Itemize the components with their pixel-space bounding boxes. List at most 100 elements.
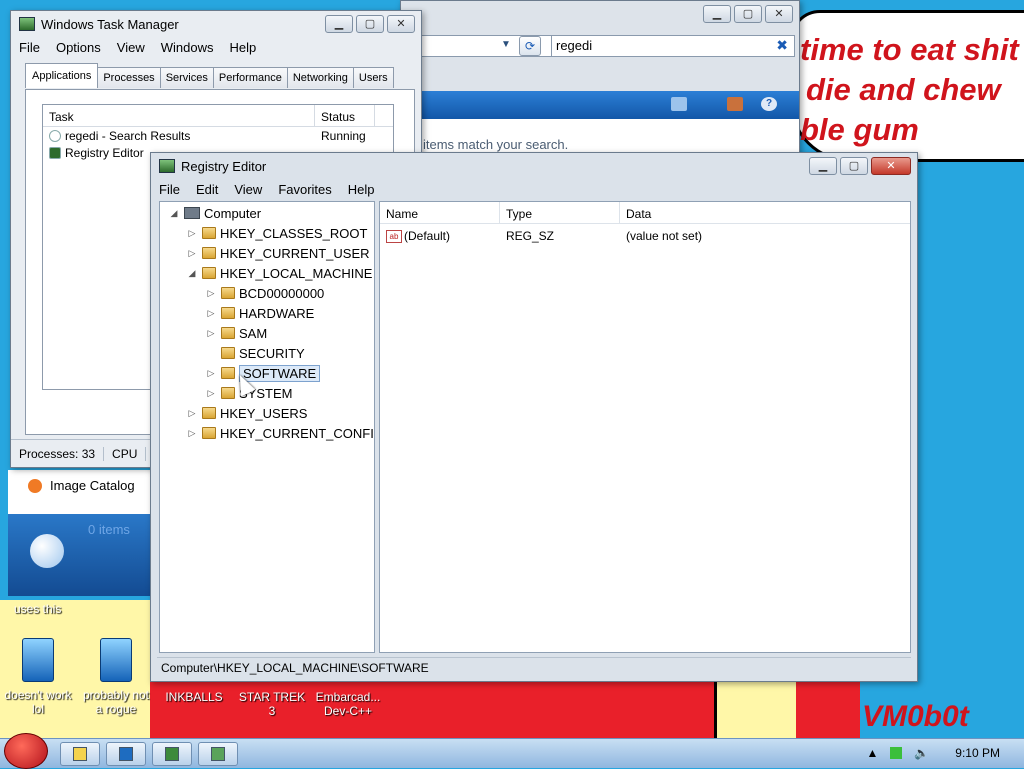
menu-help[interactable]: Help: [340, 182, 383, 197]
menu-file[interactable]: File: [11, 40, 48, 55]
desktop-icon-label: Embarcad... Dev-C++: [315, 690, 381, 718]
tree-node-bcd[interactable]: ▷ BCD00000000: [205, 284, 325, 302]
tree-label: BCD00000000: [239, 285, 325, 301]
expand-arrow-icon[interactable]: ▷: [205, 388, 217, 399]
window-controls: ▁ ▢ ✕: [703, 5, 793, 23]
maximize-icon[interactable]: ▢: [356, 15, 384, 33]
tree-node-hku[interactable]: ▷ HKEY_USERS: [186, 404, 308, 422]
close-icon[interactable]: ✕: [765, 5, 793, 23]
help-icon[interactable]: ?: [761, 97, 777, 111]
expand-arrow-icon[interactable]: ▷: [205, 328, 217, 339]
column-data[interactable]: Data: [620, 202, 910, 223]
clock[interactable]: 9:10 PM: [955, 746, 1000, 760]
registry-main-area: ◢ Computer ▷ HKEY_CLASSES_ROOT ▷ HKEY_CU…: [157, 201, 911, 655]
expanded-arrow-icon[interactable]: ◢: [186, 268, 198, 279]
registry-editor-titlebar[interactable]: Registry Editor: [151, 153, 917, 179]
views-icon[interactable]: [671, 97, 687, 111]
column-type[interactable]: Type: [500, 202, 620, 223]
tab-performance[interactable]: Performance: [212, 67, 288, 88]
tree-label: SOFTWARE: [239, 364, 321, 382]
tree-node-sam[interactable]: ▷ SAM: [205, 324, 268, 342]
start-button[interactable]: [4, 733, 48, 769]
values-list[interactable]: Name Type Data ab (Default) REG_SZ (valu…: [379, 201, 911, 653]
desktop-icon-dev-cpp[interactable]: Embarcad... Dev-C++: [312, 690, 384, 718]
menu-help[interactable]: Help: [221, 40, 264, 55]
expanded-arrow-icon[interactable]: ◢: [168, 208, 180, 219]
tree-node-hkcc[interactable]: ▷ HKEY_CURRENT_CONFIG: [186, 424, 374, 442]
chevron-down-icon[interactable]: ▼: [501, 39, 511, 50]
preview-pane-icon[interactable]: [727, 97, 743, 111]
expand-arrow-icon[interactable]: ▷: [205, 308, 217, 319]
tree-node-hkcu[interactable]: ▷ HKEY_CURRENT_USER: [186, 244, 370, 262]
task-row[interactable]: regedi - Search Results Running: [43, 127, 393, 144]
desktop-icon-star-trek[interactable]: STAR TREK 3: [236, 690, 308, 718]
taskbar-button-regedit[interactable]: [152, 742, 192, 766]
show-hidden-icons[interactable]: ▲: [866, 746, 878, 760]
expand-arrow-icon[interactable]: ▷: [186, 248, 198, 259]
minimize-icon[interactable]: ▁: [325, 15, 353, 33]
close-icon[interactable]: ✕: [387, 15, 415, 33]
menu-view[interactable]: View: [109, 40, 153, 55]
maximize-icon[interactable]: ▢: [734, 5, 762, 23]
menu-edit[interactable]: Edit: [188, 182, 226, 197]
app-icon: [119, 747, 133, 761]
menu-file[interactable]: File: [151, 182, 188, 197]
tree-node-hklm[interactable]: ◢ HKEY_LOCAL_MACHINE: [186, 264, 373, 282]
tab-processes[interactable]: Processes: [97, 67, 161, 88]
signature-text: VM0b0t: [862, 700, 969, 733]
expand-arrow-icon[interactable]: ▷: [186, 408, 198, 419]
tree-node-computer[interactable]: ◢ Computer: [168, 204, 262, 222]
desktop-yellow-area-right: [714, 680, 796, 742]
tree-node-hardware[interactable]: ▷ HARDWARE: [205, 304, 315, 322]
tree-node-software[interactable]: ▷ SOFTWARE: [205, 364, 321, 382]
tree-label: HKEY_CURRENT_USER: [220, 245, 370, 261]
taskbar-button-app[interactable]: [106, 742, 146, 766]
desktop-icon-doesnt-work[interactable]: doesn't work lol: [2, 638, 74, 716]
image-catalog-header: Image Catalog: [8, 470, 152, 514]
menu-bar: File Edit View Favorites Help: [151, 179, 917, 199]
taskbar-button-explorer[interactable]: [60, 742, 100, 766]
menu-options[interactable]: Options: [48, 40, 109, 55]
tab-services[interactable]: Services: [159, 67, 214, 88]
tree-label: SECURITY: [239, 345, 305, 361]
network-icon[interactable]: [890, 747, 903, 759]
column-name[interactable]: Name: [380, 202, 500, 223]
minimize-icon[interactable]: ▁: [703, 5, 731, 23]
expand-arrow-icon[interactable]: ▷: [186, 228, 198, 239]
key-tree[interactable]: ◢ Computer ▷ HKEY_CLASSES_ROOT ▷ HKEY_CU…: [159, 201, 375, 653]
desktop-icon-inkballs[interactable]: INKBALLS: [158, 690, 230, 704]
no-results-message: items match your search.: [423, 137, 569, 152]
close-icon[interactable]: ✕: [871, 157, 911, 175]
menu-favorites[interactable]: Favorites: [270, 182, 339, 197]
tree-label: HARDWARE: [239, 305, 315, 321]
tree-label: HKEY_LOCAL_MACHINE: [220, 265, 373, 281]
tab-applications[interactable]: Applications: [25, 63, 99, 88]
tab-networking[interactable]: Networking: [286, 67, 354, 88]
desktop-icon-probably-not-rogue[interactable]: probably not a rogue: [80, 638, 152, 716]
image-catalog-link[interactable]: Image Catalog: [28, 478, 135, 493]
volume-icon[interactable]: 🔈: [914, 746, 929, 760]
folder-icon: [73, 747, 87, 761]
folder-icon: [221, 307, 235, 319]
menu-view[interactable]: View: [226, 182, 270, 197]
maximize-icon[interactable]: ▢: [840, 157, 868, 175]
clear-search-icon[interactable]: ✖: [776, 37, 788, 54]
expand-arrow-icon[interactable]: ▷: [205, 288, 217, 299]
minimize-icon[interactable]: ▁: [809, 157, 837, 175]
value-row[interactable]: ab (Default) REG_SZ (value not set): [380, 226, 910, 246]
search-input[interactable]: regedi ✖: [551, 35, 795, 57]
menu-windows[interactable]: Windows: [153, 40, 222, 55]
folder-icon: [221, 327, 235, 339]
window-controls: ▁ ▢ ✕: [325, 15, 415, 33]
expand-arrow-icon[interactable]: ▷: [205, 368, 217, 379]
taskbar-button-taskmgr[interactable]: [198, 742, 238, 766]
expand-arrow-icon[interactable]: ▷: [186, 428, 198, 439]
tab-users[interactable]: Users: [352, 67, 394, 88]
cloud-line-2: die and chew: [806, 72, 1001, 107]
column-status[interactable]: Status: [315, 105, 375, 126]
desktop-icon-label: STAR TREK 3: [238, 690, 306, 718]
tree-node-hkcr[interactable]: ▷ HKEY_CLASSES_ROOT: [186, 224, 368, 242]
column-task[interactable]: Task: [43, 105, 315, 126]
tree-node-security[interactable]: SECURITY: [205, 344, 305, 362]
refresh-icon[interactable]: ⟳: [519, 36, 541, 56]
